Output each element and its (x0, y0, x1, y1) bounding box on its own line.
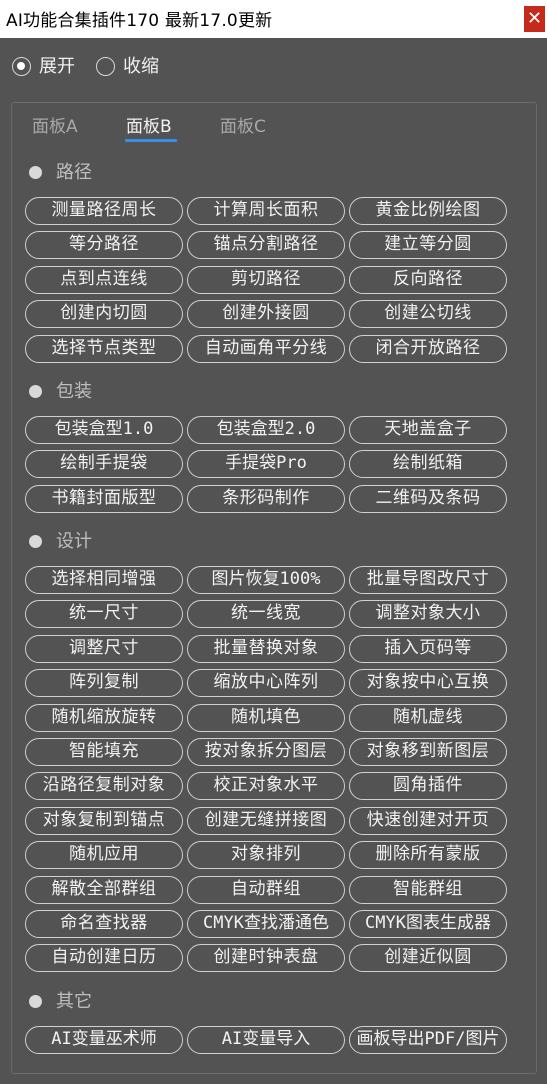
plugin-button[interactable]: 图片恢复100% (187, 566, 345, 594)
plugin-button[interactable]: 插入页码等 (349, 635, 507, 663)
plugin-button[interactable]: 创建近似圆 (349, 944, 507, 972)
plugin-button[interactable]: 批量替换对象 (187, 635, 345, 663)
plugin-button[interactable]: CMYK查找潘通色 (187, 910, 345, 938)
plugin-button[interactable]: 反向路径 (349, 266, 507, 294)
plugin-button[interactable]: 天地盖盒子 (349, 416, 507, 444)
radio-checked-icon (12, 57, 31, 76)
plugin-button[interactable]: 随机填色 (187, 704, 345, 732)
plugin-button[interactable]: AI变量巫术师 (25, 1026, 183, 1054)
section-heading: 其它 (56, 991, 92, 1012)
tab-panel-a[interactable]: 面板A (32, 115, 78, 141)
tab-panel-c[interactable]: 面板C (220, 115, 266, 141)
plugin-button[interactable]: 自动创建日历 (25, 944, 183, 972)
plugin-button[interactable]: 剪切路径 (187, 266, 345, 294)
collapse-radio[interactable]: 收缩 (96, 55, 168, 79)
plugin-button[interactable]: 画板导出PDF/图片 (349, 1026, 507, 1054)
plugin-button[interactable]: 建立等分圆 (349, 231, 507, 259)
tab-panel-b[interactable]: 面板B (126, 115, 172, 141)
plugin-button[interactable]: 包装盒型1.0 (25, 416, 183, 444)
plugin-button[interactable]: 创建外接圆 (187, 300, 345, 328)
plugin-button[interactable]: 对象移到新图层 (349, 738, 507, 766)
section-bullet-icon (29, 535, 42, 548)
plugin-button[interactable]: 校正对象水平 (187, 772, 345, 800)
plugin-button[interactable]: 对象按中心互换 (349, 669, 507, 697)
plugin-button[interactable]: 随机缩放旋转 (25, 704, 183, 732)
plugin-button[interactable]: 删除所有蒙版 (349, 841, 507, 869)
plugin-button[interactable]: 统一线宽 (187, 600, 345, 628)
plugin-button[interactable]: 等分路径 (25, 231, 183, 259)
expand-radio-label: 展开 (39, 56, 75, 77)
collapse-radio-label: 收缩 (123, 56, 159, 77)
section-bullet-icon (29, 166, 42, 179)
plugin-button[interactable]: 命名查找器 (25, 910, 183, 938)
plugin-button[interactable]: 书籍封面版型 (25, 485, 183, 513)
plugin-button[interactable]: 计算周长面积 (187, 197, 345, 225)
plugin-button[interactable]: 点到点连线 (25, 266, 183, 294)
plugin-button[interactable]: 随机虚线 (349, 704, 507, 732)
plugin-button[interactable]: 自动画角平分线 (187, 335, 345, 363)
active-tab-indicator (125, 139, 177, 142)
radio-unchecked-icon (96, 57, 115, 76)
plugin-button[interactable]: 创建无缝拼接图 (187, 807, 345, 835)
section-bullet-icon (29, 385, 42, 398)
plugin-button[interactable]: 解散全部群组 (25, 876, 183, 904)
plugin-button[interactable]: 调整尺寸 (25, 635, 183, 663)
plugin-button[interactable]: 自动群组 (187, 876, 345, 904)
title-bar: AI功能合集插件170 最新17.0更新 ✕ (0, 0, 547, 38)
plugin-button[interactable]: 对象排列 (187, 841, 345, 869)
section-heading: 包装 (56, 381, 92, 402)
plugin-button[interactable]: 包装盒型2.0 (187, 416, 345, 444)
section-heading: 路径 (56, 162, 92, 183)
plugin-button[interactable]: 阵列复制 (25, 669, 183, 697)
plugin-button[interactable]: 条形码制作 (187, 485, 345, 513)
plugin-button[interactable]: 沿路径复制对象 (25, 772, 183, 800)
plugin-button[interactable]: 随机应用 (25, 841, 183, 869)
plugin-button[interactable]: 批量导图改尺寸 (349, 566, 507, 594)
plugin-button[interactable]: 测量路径周长 (25, 197, 183, 225)
plugin-button[interactable]: 锚点分割路径 (187, 231, 345, 259)
plugin-button[interactable]: 绘制手提袋 (25, 450, 183, 478)
plugin-button[interactable]: 二维码及条码 (349, 485, 507, 513)
close-icon: ✕ (526, 8, 543, 29)
plugin-button[interactable]: 选择相同增强 (25, 566, 183, 594)
plugin-button[interactable]: 按对象拆分图层 (187, 738, 345, 766)
plugin-button[interactable]: 创建公切线 (349, 300, 507, 328)
window-title: AI功能合集插件170 最新17.0更新 (6, 11, 273, 31)
plugin-button[interactable]: AI变量导入 (187, 1026, 345, 1054)
plugin-button[interactable]: 选择节点类型 (25, 335, 183, 363)
plugin-button[interactable]: 绘制纸箱 (349, 450, 507, 478)
plugin-button[interactable]: 对象复制到锚点 (25, 807, 183, 835)
section-heading: 设计 (56, 531, 92, 552)
plugin-button[interactable]: 黄金比例绘图 (349, 197, 507, 225)
plugin-button[interactable]: 智能群组 (349, 876, 507, 904)
plugin-button[interactable]: 圆角插件 (349, 772, 507, 800)
plugin-button[interactable]: 快速创建对开页 (349, 807, 507, 835)
expand-radio[interactable]: 展开 (12, 55, 84, 79)
plugin-button[interactable]: 统一尺寸 (25, 600, 183, 628)
plugin-button[interactable]: 手提袋Pro (187, 450, 345, 478)
plugin-button[interactable]: 缩放中心阵列 (187, 669, 345, 697)
plugin-button[interactable]: 调整对象大小 (349, 600, 507, 628)
close-button[interactable]: ✕ (524, 6, 545, 32)
plugin-button[interactable]: CMYK图表生成器 (349, 910, 507, 938)
plugin-button[interactable]: 创建内切圆 (25, 300, 183, 328)
plugin-button[interactable]: 闭合开放路径 (349, 335, 507, 363)
plugin-button[interactable]: 智能填充 (25, 738, 183, 766)
plugin-button[interactable]: 创建时钟表盘 (187, 944, 345, 972)
section-bullet-icon (29, 995, 42, 1008)
